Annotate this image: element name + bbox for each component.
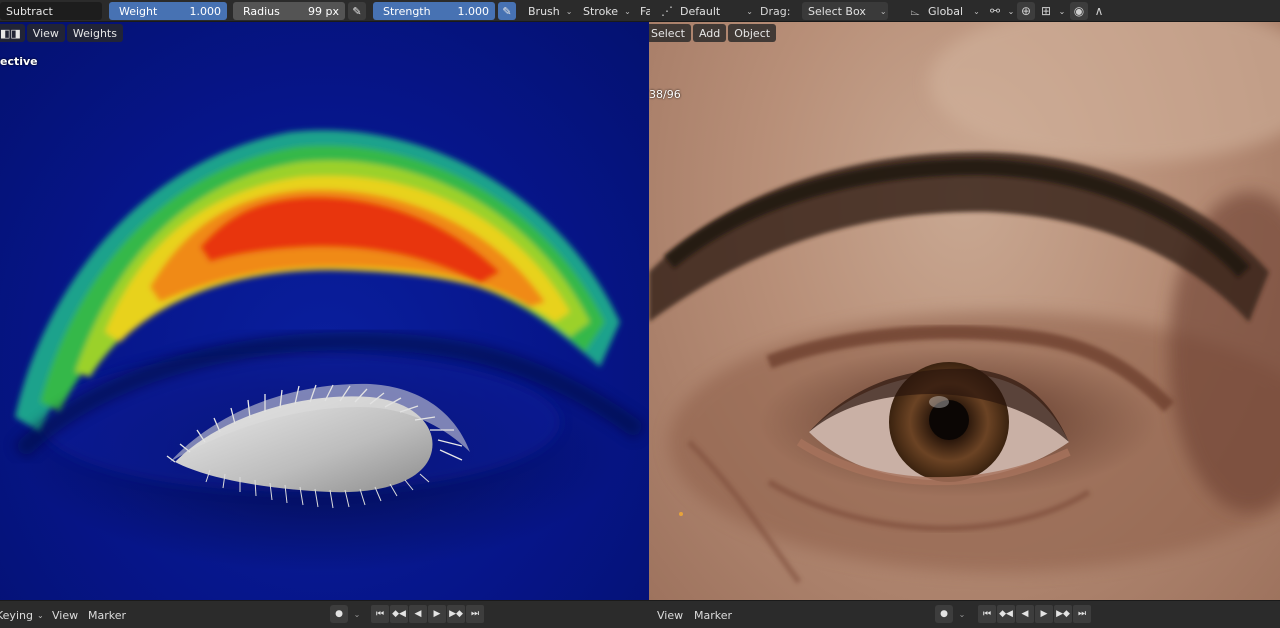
weight-paint-render [13,130,646,572]
pivot-label: Default [680,4,721,18]
render-sample-counter: 38/96 [649,88,681,101]
left-view-menu-label: View [32,26,59,40]
radius-slider[interactable]: Radius 99 px [233,2,345,20]
select-menu-label: Select [651,26,685,40]
object-menu-label: Object [734,26,771,40]
chevron-down-icon: ⌄ [565,6,573,16]
auto-keying-button-right[interactable]: ● [935,605,953,623]
render-viewport[interactable]: Select Add Object 38/96 [649,22,1280,600]
next-keyframe-icon[interactable]: ▶◆ [1054,605,1072,623]
radius-label: Radius [243,4,280,18]
rendered-eye-image [649,22,1280,584]
radius-pressure-toggle[interactable]: ✎ [348,2,366,20]
timeline-bar: Keying ⌄ View Marker ● ⌄ ⏮ ◆◀ ◀ ▶ ▶◆ ⏭ V… [0,600,1280,628]
chevron-down-icon[interactable]: ⌄ [955,605,969,623]
falloff-menu[interactable]: Fa [634,2,650,20]
weight-value: 1.000 [189,4,222,18]
jump-end-icon[interactable]: ⏭ [466,605,484,623]
chevron-down-icon[interactable]: ⌄ [350,605,364,623]
auto-keying-button[interactable]: ● [330,605,348,623]
keying-menu-label: Keying [0,608,33,622]
jump-start-icon[interactable]: ⏮ [371,605,389,623]
play-icon[interactable]: ▶ [428,605,446,623]
weights-menu-label: Weights [72,26,117,40]
play-icon[interactable]: ▶ [1035,605,1053,623]
right-viewport-header: Select Add Object [649,24,777,42]
prev-keyframe-icon[interactable]: ◆◀ [997,605,1015,623]
pen-pressure-icon: ✎ [352,4,362,18]
brush-menu-label: Brush [528,4,560,18]
timeline-right-marker-menu-label: Marker [694,608,733,622]
orientation-dropdown[interactable]: Global ⌄ [922,2,986,20]
orientation-label: Global [928,4,964,18]
chevron-down-icon: ⌄ [879,6,887,16]
strength-slider[interactable]: Strength 1.000 [373,2,495,20]
top-toolbar: Subtract Weight 1.000 Radius 99 px ✎ Str… [0,0,1280,22]
chevron-down-icon: ⌄ [973,6,980,16]
pivot-dropdown[interactable]: Default ⌄ [674,2,759,20]
perspective-label: ective [0,55,38,68]
prev-keyframe-icon[interactable]: ◆◀ [390,605,408,623]
proportional-editing-icon[interactable]: ◉ [1070,2,1088,20]
timeline-right-view-menu[interactable]: View [657,606,683,624]
strength-label: Strength [383,4,431,18]
jump-end-icon[interactable]: ⏭ [1073,605,1091,623]
strength-value: 1.000 [457,4,490,18]
snap-icon[interactable]: ⊕ [1017,2,1035,20]
drag-value: Select Box [808,4,866,18]
strength-pressure-toggle[interactable]: ✎ [498,2,516,20]
timeline-view-menu[interactable]: View [52,606,78,624]
timeline-marker-menu[interactable]: Marker [88,606,126,624]
record-icon: ● [335,609,343,619]
drag-dropdown[interactable]: Select Box ⌄ [802,2,888,20]
weight-slider[interactable]: Weight 1.000 [109,2,227,20]
play-reverse-icon[interactable]: ◀ [1016,605,1034,623]
left-view-menu[interactable]: View [26,24,65,42]
play-reverse-icon[interactable]: ◀ [409,605,427,623]
record-icon: ● [940,609,948,619]
falloff-menu-label: Fa [640,4,650,18]
pen-pressure-icon: ✎ [502,4,512,18]
weights-menu[interactable]: Weights [66,24,123,42]
stroke-menu[interactable]: Stroke ⌄ [577,2,637,20]
playback-controls-right: ⏮ ◆◀ ◀ ▶ ▶◆ ⏭ [978,605,1091,623]
weight-label: Weight [119,4,158,18]
falloff-curve-icon[interactable]: ∧ [1090,2,1108,20]
timeline-view-menu-label: View [52,608,79,622]
select-menu[interactable]: Select [649,24,691,42]
timeline-right-marker-menu[interactable]: Marker [694,606,732,624]
left-viewport-header: ◧◨ View Weights [0,24,123,42]
next-keyframe-icon[interactable]: ▶◆ [447,605,465,623]
chevron-down-icon: ⌄ [36,610,44,620]
add-menu-label: Add [698,26,721,40]
blend-mode-value: Subtract [6,4,53,18]
playback-controls-left: ⏮ ◆◀ ◀ ▶ ▶◆ ⏭ [371,605,484,623]
view-mode-toggle[interactable]: ◧◨ [0,24,25,42]
object-menu[interactable]: Object [728,24,777,42]
chevron-down-icon: ⌄ [746,6,753,16]
add-menu[interactable]: Add [692,24,727,42]
weight-paint-viewport[interactable]: ◧◨ View Weights ective [0,22,649,600]
brush-menu[interactable]: Brush ⌄ [522,2,578,20]
view-mode-icon: ◧◨ [0,26,21,40]
blend-mode-dropdown[interactable]: Subtract [0,2,102,20]
radius-value: 99 px [308,4,339,18]
chevron-down-icon: ⌄ [624,6,631,16]
drag-label: Drag: [760,4,791,18]
stroke-menu-label: Stroke [583,4,619,18]
keying-menu[interactable]: Keying ⌄ [0,606,44,624]
chevron-down-icon[interactable]: ⌄ [1053,2,1071,20]
timeline-marker-menu-label: Marker [88,608,127,622]
jump-start-icon[interactable]: ⏮ [978,605,996,623]
timeline-right-view-menu-label: View [657,608,684,622]
